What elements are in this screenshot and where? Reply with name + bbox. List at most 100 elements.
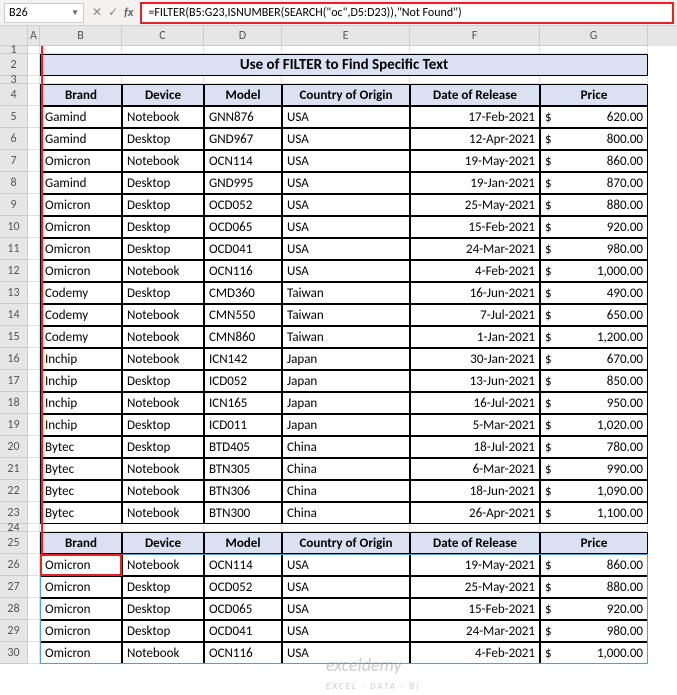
data-cell[interactable]: 1-Jan-2021 — [410, 326, 540, 348]
cell[interactable] — [28, 54, 40, 76]
data-cell[interactable]: USA — [282, 642, 410, 664]
data-cell[interactable]: Taiwan — [282, 304, 410, 326]
data-cell[interactable]: Japan — [282, 348, 410, 370]
data-cell[interactable]: 15-Feb-2021 — [410, 598, 540, 620]
data-cell[interactable]: 12-Apr-2021 — [410, 128, 540, 150]
data-cell[interactable]: OCD052 — [204, 194, 282, 216]
data-cell[interactable]: Desktop — [122, 172, 204, 194]
cell[interactable] — [540, 76, 648, 84]
formula-input[interactable]: =FILTER(B5:G23,ISNUMBER(SEARCH("oc",D5:D… — [141, 3, 673, 23]
data-cell[interactable]: OCD065 — [204, 598, 282, 620]
data-cell[interactable]: OCD052 — [204, 576, 282, 598]
data-cell[interactable]: OCN114 — [204, 150, 282, 172]
data-cell[interactable]: 5-Mar-2021 — [410, 414, 540, 436]
row-header-12[interactable]: 12 — [0, 260, 28, 282]
cell[interactable] — [28, 480, 40, 502]
data-cell[interactable]: $980.00 — [540, 620, 648, 642]
data-cell[interactable]: Japan — [282, 392, 410, 414]
row-header-16[interactable]: 16 — [0, 348, 28, 370]
data-cell[interactable]: Notebook — [122, 502, 204, 524]
cell[interactable] — [410, 46, 540, 54]
data-cell[interactable]: 26-Apr-2021 — [410, 502, 540, 524]
data-cell[interactable]: USA — [282, 194, 410, 216]
data-cell[interactable]: $920.00 — [540, 598, 648, 620]
header-country[interactable]: Country of Origin — [282, 84, 410, 106]
data-cell[interactable]: Bytec — [40, 458, 122, 480]
data-cell[interactable]: Desktop — [122, 216, 204, 238]
row-header-3[interactable]: 3 — [0, 76, 28, 84]
data-cell[interactable]: OCN114 — [204, 554, 282, 576]
data-cell[interactable]: GNN876 — [204, 106, 282, 128]
col-header-c[interactable]: C — [122, 26, 204, 46]
row-header-26[interactable]: 26 — [0, 554, 28, 576]
data-cell[interactable]: Omicron — [40, 642, 122, 664]
name-box[interactable]: B26 ▼ — [4, 3, 84, 23]
header-brand[interactable]: Brand — [40, 84, 122, 106]
data-cell[interactable]: 19-May-2021 — [410, 150, 540, 172]
cell[interactable] — [122, 524, 204, 532]
row-header-8[interactable]: 8 — [0, 172, 28, 194]
cell[interactable] — [28, 436, 40, 458]
cell[interactable] — [28, 216, 40, 238]
data-cell[interactable]: Desktop — [122, 436, 204, 458]
data-cell[interactable]: USA — [282, 620, 410, 642]
cell[interactable] — [28, 370, 40, 392]
data-cell[interactable]: $990.00 — [540, 458, 648, 480]
data-cell[interactable]: 19-May-2021 — [410, 554, 540, 576]
cell[interactable] — [28, 260, 40, 282]
data-cell[interactable]: 30-Jan-2021 — [410, 348, 540, 370]
cell[interactable] — [28, 554, 40, 576]
header-price[interactable]: Price — [540, 84, 648, 106]
data-cell[interactable]: Japan — [282, 414, 410, 436]
data-cell[interactable]: 7-Jul-2021 — [410, 304, 540, 326]
cell[interactable] — [28, 282, 40, 304]
data-cell[interactable]: China — [282, 458, 410, 480]
data-cell[interactable]: 4-Feb-2021 — [410, 260, 540, 282]
data-cell[interactable]: Codemy — [40, 304, 122, 326]
data-cell[interactable]: USA — [282, 260, 410, 282]
data-cell[interactable]: Taiwan — [282, 282, 410, 304]
data-cell[interactable]: ICD011 — [204, 414, 282, 436]
cell[interactable] — [410, 76, 540, 84]
data-cell[interactable]: Bytec — [40, 436, 122, 458]
data-cell[interactable]: Omicron — [40, 554, 122, 576]
cell[interactable] — [28, 150, 40, 172]
data-cell[interactable]: OCD065 — [204, 216, 282, 238]
data-cell[interactable]: 18-Jun-2021 — [410, 480, 540, 502]
data-cell[interactable]: USA — [282, 150, 410, 172]
data-cell[interactable]: Notebook — [122, 304, 204, 326]
data-cell[interactable]: USA — [282, 554, 410, 576]
cell[interactable] — [28, 524, 40, 532]
cell[interactable] — [28, 642, 40, 664]
data-cell[interactable]: $1,090.00 — [540, 480, 648, 502]
cell[interactable] — [540, 524, 648, 532]
header-device[interactable]: Device — [122, 532, 204, 554]
data-cell[interactable]: $860.00 — [540, 150, 648, 172]
data-cell[interactable]: $980.00 — [540, 238, 648, 260]
header-model[interactable]: Model — [204, 532, 282, 554]
col-header-e[interactable]: E — [282, 26, 410, 46]
col-header-g[interactable]: G — [540, 26, 648, 46]
data-cell[interactable]: BTN306 — [204, 480, 282, 502]
data-cell[interactable]: Inchip — [40, 370, 122, 392]
cell[interactable] — [40, 524, 122, 532]
data-cell[interactable]: OCN116 — [204, 642, 282, 664]
data-cell[interactable]: Inchip — [40, 348, 122, 370]
data-cell[interactable]: OCN116 — [204, 260, 282, 282]
data-cell[interactable]: $490.00 — [540, 282, 648, 304]
row-header-14[interactable]: 14 — [0, 304, 28, 326]
cell[interactable] — [28, 194, 40, 216]
row-header-13[interactable]: 13 — [0, 282, 28, 304]
cell[interactable] — [28, 326, 40, 348]
data-cell[interactable]: Inchip — [40, 414, 122, 436]
cell[interactable] — [540, 46, 648, 54]
data-cell[interactable]: $950.00 — [540, 392, 648, 414]
data-cell[interactable]: Notebook — [122, 392, 204, 414]
row-header-18[interactable]: 18 — [0, 392, 28, 414]
header-model[interactable]: Model — [204, 84, 282, 106]
data-cell[interactable]: USA — [282, 238, 410, 260]
data-cell[interactable]: $1,100.00 — [540, 502, 648, 524]
data-cell[interactable]: $650.00 — [540, 304, 648, 326]
cell[interactable] — [28, 76, 40, 84]
data-cell[interactable]: $850.00 — [540, 370, 648, 392]
